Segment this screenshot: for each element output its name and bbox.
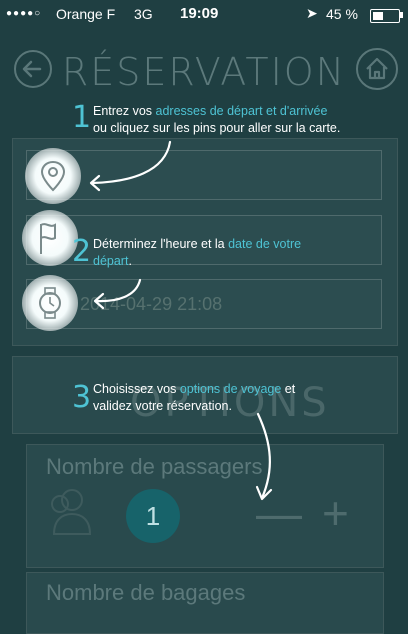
arrow-to-options xyxy=(256,412,271,500)
arrow-to-pin xyxy=(90,140,172,185)
tutorial-arrows xyxy=(89,140,273,501)
arrow-to-date xyxy=(94,278,142,303)
